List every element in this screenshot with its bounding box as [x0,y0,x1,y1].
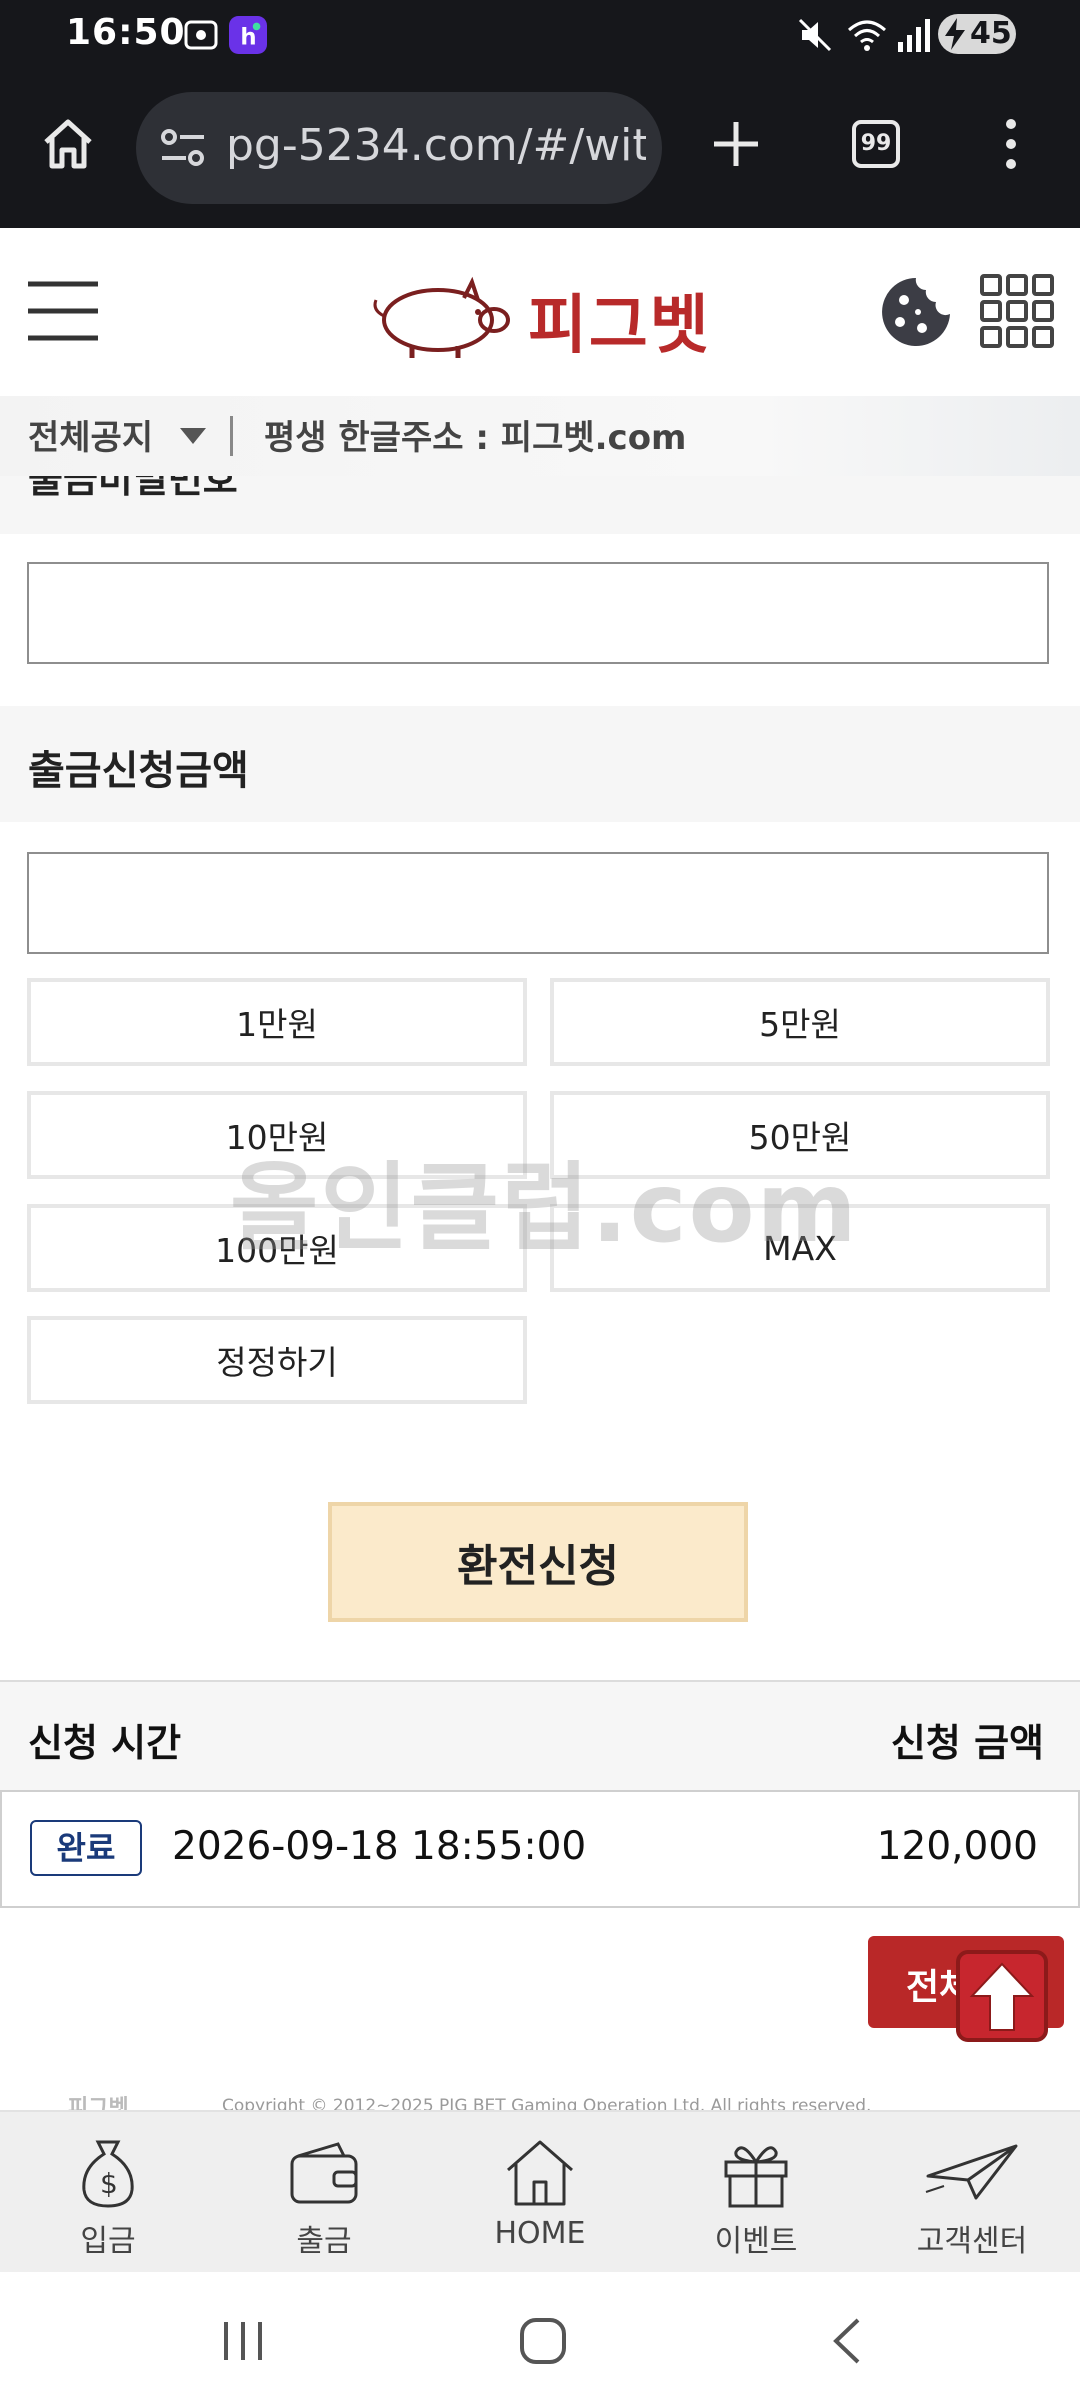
wifi-icon [848,20,886,51]
nav-support-label: 고객센터 [916,2224,1028,2259]
site-logo[interactable]: 피그벳 [366,264,716,364]
col-request-time: 신청 시간 [28,1721,182,1765]
grid-menu-icon[interactable] [980,274,1054,348]
history-table-header: 신청 시간 신청 금액 [0,1680,1080,1792]
status-bar: 16:50 h 45 [0,0,1080,70]
amount-button-50k[interactable]: 5만원 [550,978,1050,1066]
nav-withdraw-label: 출금 [296,2224,352,2259]
signal-icon [898,19,930,52]
watermark: 올인클럽.com [230,1152,859,1264]
recent-apps-icon[interactable] [220,2318,266,2364]
more-menu-icon[interactable] [996,114,1026,174]
status-badge: 완료 [30,1820,142,1876]
withdraw-password-input[interactable] [27,562,1049,664]
notice-bar: 전체공지 평생 한글주소 : 피그벳.com [0,396,1080,476]
amount-label-strip: 출금신청금액 [0,706,1080,822]
gift-icon [724,2146,788,2208]
wallet-icon [290,2142,358,2204]
nav-deposit-label: 입금 [80,2224,136,2259]
pig-logo-icon [373,276,510,358]
notice-text: 평생 한글주소 : 피그벳.com [264,418,687,458]
table-row[interactable]: 완료 2026-09-18 18:55:00 120,000 [0,1792,1080,1908]
logo-text: 피그벳 [528,289,711,363]
nav-deposit[interactable]: $ 입금 [0,2112,216,2274]
scroll-top-button[interactable] [956,1950,1048,2042]
home-button-icon[interactable] [518,2316,568,2366]
site-settings-icon[interactable] [160,126,206,170]
paper-plane-icon [925,2144,1018,2200]
password-label-strip: 출금비밀번호 [0,476,1080,534]
withdraw-amount-input[interactable] [27,852,1049,954]
svg-text:$: $ [100,2167,118,2200]
dropdown-arrow-icon[interactable] [178,426,208,446]
nav-event[interactable]: 이벤트 [648,2112,864,2274]
amount-label: 출금신청금액 [28,748,249,794]
nav-support[interactable]: 고객센터 [864,2112,1080,2274]
url-text[interactable]: pg-5234.com/#/with [226,120,646,171]
site-header: 피그벳 [0,228,1080,396]
col-request-amount: 신청 금액 [890,1721,1044,1765]
reset-button[interactable]: 정정하기 [27,1316,527,1404]
app-notification-icon: h [229,16,267,54]
bottom-nav: $ 입금 출금 HOME 이벤트 고객센터 [0,2110,1080,2274]
mute-icon [798,18,832,52]
hamburger-menu-icon[interactable] [26,278,100,344]
address-bar[interactable]: pg-5234.com/#/with [136,92,662,204]
tab-switcher-button[interactable]: 99 [852,120,900,168]
nav-event-label: 이벤트 [714,2224,798,2259]
amount-button-10k[interactable]: 1만원 [27,978,527,1066]
home-icon[interactable] [40,116,96,172]
charging-icon [945,18,965,50]
password-label: 출금비밀번호 [28,476,238,501]
request-time: 2026-09-18 18:55:00 [172,1824,587,1869]
money-bag-icon: $ [82,2140,134,2208]
nav-home-label: HOME [494,2216,586,2251]
request-amount: 120,000 [876,1824,1038,1869]
house-icon [507,2140,573,2206]
battery-indicator: 45 [938,14,1016,54]
battery-level: 45 [970,16,1012,51]
status-time: 16:50 [66,12,186,53]
browser-toolbar: pg-5234.com/#/with 99 [0,70,1080,228]
notice-category-select[interactable]: 전체공지 [28,410,153,459]
arrow-up-icon [969,1962,1035,2031]
tab-count: 99 [860,131,892,156]
new-tab-icon[interactable] [708,116,764,172]
back-icon[interactable] [826,2316,866,2366]
nav-home[interactable]: HOME [432,2112,648,2274]
system-nav-bar [0,2272,1080,2408]
exchange-request-button[interactable]: 환전신청 [328,1502,748,1622]
screenshot-icon [184,20,218,50]
notice-divider [230,416,233,456]
cookie-icon[interactable] [880,276,952,348]
nav-withdraw[interactable]: 출금 [216,2112,432,2274]
